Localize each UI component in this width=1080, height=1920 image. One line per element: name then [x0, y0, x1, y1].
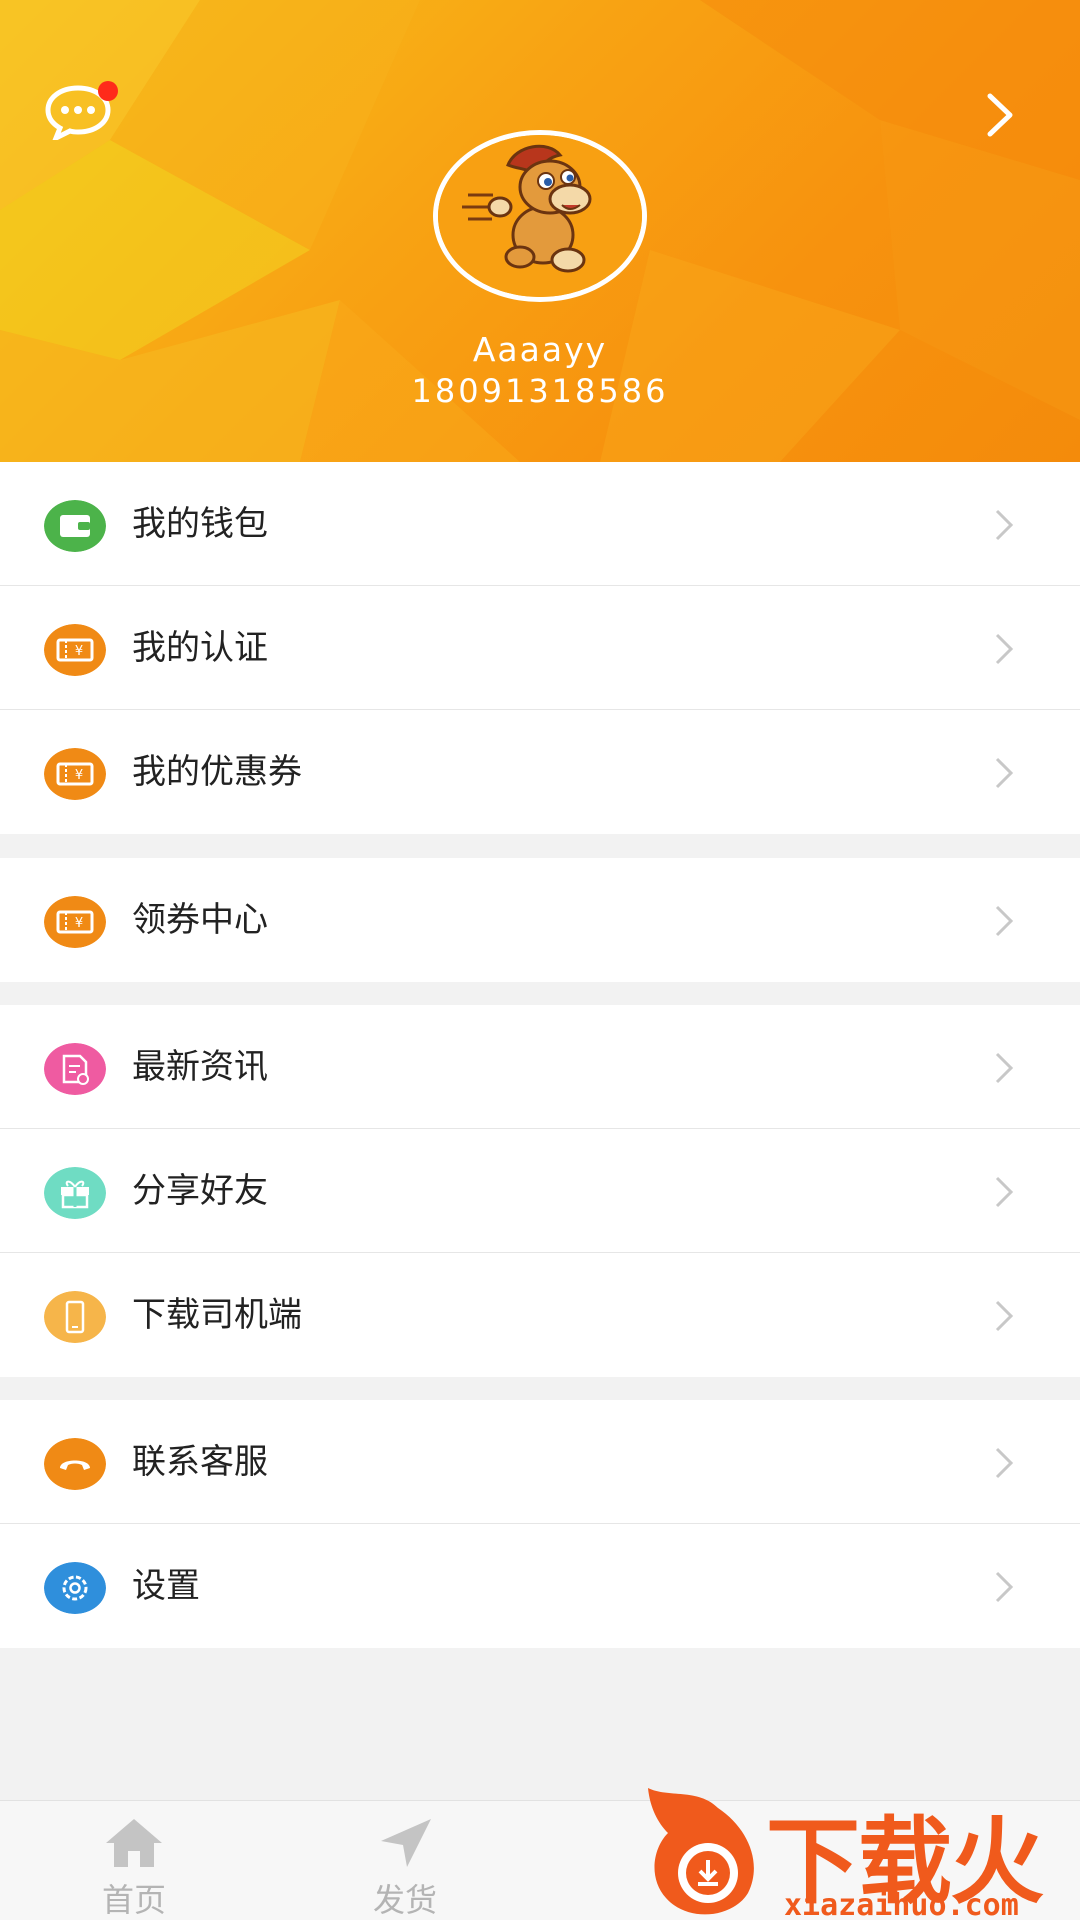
- phone-number: 18091318586: [411, 372, 669, 410]
- ticket-icon: ¥: [44, 896, 106, 948]
- chevron-right-icon: [995, 1571, 1014, 1603]
- handset-icon: [44, 1438, 106, 1490]
- menu-item-label: 最新资讯: [132, 1047, 268, 1087]
- tab-home[interactable]: 首页: [34, 1801, 234, 1920]
- tab-label: 发货: [372, 1881, 437, 1919]
- message-button[interactable]: [44, 81, 118, 144]
- menu-group-coupon-center: ¥ 领券中心: [0, 858, 1080, 982]
- home-icon: [106, 1819, 162, 1867]
- flame-download-icon: [648, 1788, 754, 1915]
- menu-item-label: 下载司机端: [132, 1295, 302, 1335]
- username: Aaaayy: [472, 330, 608, 369]
- menu-item-verification[interactable]: ¥ 我的认证: [0, 586, 1080, 710]
- svg-text:¥: ¥: [75, 916, 83, 931]
- menu-item-download-driver-app[interactable]: 下载司机端: [0, 1253, 1080, 1377]
- menu-item-label: 设置: [132, 1566, 200, 1606]
- menu-item-label: 分享好友: [132, 1171, 268, 1211]
- ticket-icon: ¥: [44, 624, 106, 676]
- chevron-right-icon: [987, 93, 1013, 137]
- menu-group-account: 我的钱包 ¥ 我的认证 ¥ 我的优惠券: [0, 462, 1080, 834]
- wallet-icon: [44, 500, 106, 552]
- chevron-right-icon: [995, 757, 1014, 789]
- menu-item-contact-support[interactable]: 联系客服: [0, 1400, 1080, 1524]
- watermark-url: xiazaihuo.com: [784, 1888, 1019, 1920]
- site-watermark: 下载火 xiazaihuo.com: [638, 1778, 1080, 1920]
- menu-item-settings[interactable]: 设置: [0, 1524, 1080, 1648]
- menu-item-coupons[interactable]: ¥ 我的优惠券: [0, 710, 1080, 834]
- avatar[interactable]: [433, 130, 647, 302]
- profile-header: Aaaayy 18091318586: [0, 0, 1080, 462]
- svg-text:¥: ¥: [75, 644, 83, 659]
- chevron-right-icon: [995, 633, 1014, 665]
- gift-icon: [44, 1167, 106, 1219]
- profile-detail-button[interactable]: [980, 92, 1020, 138]
- chevron-right-icon: [995, 1052, 1014, 1084]
- ticket-icon: ¥: [44, 748, 106, 800]
- news-icon: [44, 1043, 106, 1095]
- unread-badge: [98, 81, 118, 101]
- menu-item-label: 领券中心: [132, 900, 268, 940]
- svg-text:¥: ¥: [75, 768, 83, 783]
- menu-item-label: 我的优惠券: [132, 752, 302, 792]
- tab-send-goods[interactable]: 发货: [305, 1801, 505, 1920]
- chevron-right-icon: [995, 1300, 1014, 1332]
- chevron-right-icon: [995, 1176, 1014, 1208]
- gear-icon: [44, 1562, 106, 1614]
- menu-group-info: 最新资讯 分享好友 下载司机端: [0, 1005, 1080, 1377]
- tab-label: 首页: [101, 1881, 166, 1919]
- phone-icon: [44, 1291, 106, 1343]
- send-icon: [381, 1819, 431, 1867]
- menu-item-label: 我的认证: [132, 628, 268, 668]
- chevron-right-icon: [995, 509, 1014, 541]
- menu-item-label: 联系客服: [132, 1442, 268, 1482]
- chevron-right-icon: [995, 905, 1014, 937]
- menu-item-wallet[interactable]: 我的钱包: [0, 462, 1080, 586]
- horse-mascot-icon: [438, 135, 642, 297]
- menu-group-support: 联系客服 设置: [0, 1400, 1080, 1648]
- chevron-right-icon: [995, 1447, 1014, 1479]
- menu-item-label: 我的钱包: [132, 504, 268, 544]
- menu-item-news[interactable]: 最新资讯: [0, 1005, 1080, 1129]
- menu-item-coupon-center[interactable]: ¥ 领券中心: [0, 858, 1080, 982]
- menu-item-share-friends[interactable]: 分享好友: [0, 1129, 1080, 1253]
